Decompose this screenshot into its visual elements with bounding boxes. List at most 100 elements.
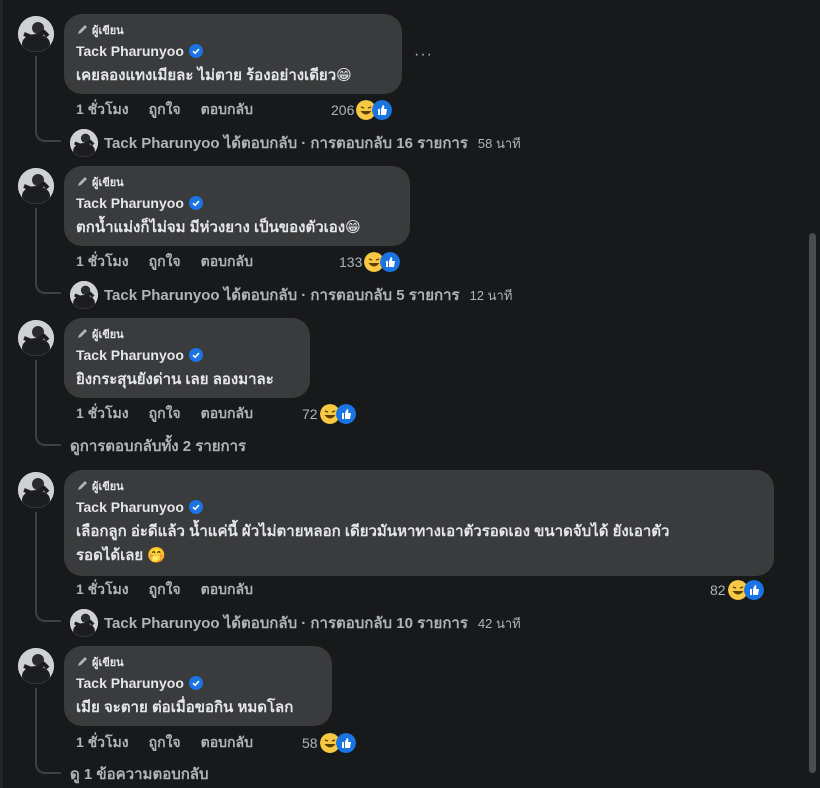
comment-bubble: ผู้เขียน Tack Pharunyoo เมีย จะตาย ต่อเม… bbox=[64, 646, 332, 726]
verified-badge-icon bbox=[188, 44, 203, 58]
replies-time: 42 นาที bbox=[477, 615, 521, 631]
thread-connector bbox=[35, 128, 61, 142]
like-button[interactable]: ถูกใจ bbox=[149, 579, 181, 601]
like-button[interactable]: ถูกใจ bbox=[149, 251, 181, 273]
author-avatar[interactable] bbox=[18, 16, 54, 52]
author-name[interactable]: Tack Pharunyoo bbox=[76, 43, 184, 59]
author-badge-label: ผู้เขียน bbox=[92, 329, 124, 341]
comment-4: ผู้เขียน Tack Pharunyoo เลือกลูก อ่ะดีแล… bbox=[0, 470, 800, 637]
reply-avatar bbox=[70, 129, 98, 157]
author-badge: ผู้เขียน bbox=[76, 22, 390, 38]
comment-time[interactable]: 1 ชั่วโมง bbox=[76, 579, 129, 601]
author-badge: ผู้เขียน bbox=[76, 478, 762, 494]
replies-summary[interactable]: Tack Pharunyoo ได้ตอบกลับ · การตอบกลับ 1… bbox=[70, 609, 521, 637]
avatar-photo-icon bbox=[70, 609, 98, 637]
thread-line bbox=[35, 512, 37, 608]
view-replies-link[interactable]: ดูการตอบกลับทั้ง 2 รายการ bbox=[70, 436, 246, 458]
reply-button[interactable]: ตอบกลับ bbox=[201, 403, 253, 425]
scrollbar[interactable] bbox=[806, 0, 820, 788]
replies-summary[interactable]: Tack Pharunyoo ได้ตอบกลับ · การตอบกลับ 1… bbox=[70, 129, 521, 157]
reaction-summary[interactable]: 58 bbox=[302, 733, 356, 753]
thread-line bbox=[35, 360, 37, 432]
reply-button[interactable]: ตอบกลับ bbox=[201, 579, 253, 601]
reaction-summary[interactable]: 206 bbox=[331, 100, 393, 120]
comment-bubble: ผู้เขียน Tack Pharunyoo เลือกลูก อ่ะดีแล… bbox=[64, 470, 774, 576]
comment-2: ผู้เขียน Tack Pharunyoo ตกน้ำแม่งก็ไม่จม… bbox=[0, 166, 800, 309]
comment-time[interactable]: 1 ชั่วโมง bbox=[76, 99, 129, 121]
avatar-photo-icon bbox=[18, 320, 54, 356]
like-button[interactable]: ถูกใจ bbox=[149, 403, 181, 425]
avatar-photo-icon bbox=[70, 129, 98, 157]
reaction-count: 133 bbox=[339, 254, 363, 270]
replies-summary[interactable]: Tack Pharunyoo ได้ตอบกลับ · การตอบกลับ 5… bbox=[70, 281, 512, 309]
like-reaction-icon bbox=[743, 580, 764, 600]
thread-connector bbox=[35, 608, 61, 622]
comment-text: ตกน้ำแม่งก็ไม่จม มีห่วงยาง เป็นของตัวเอง… bbox=[76, 219, 361, 236]
comment-actions: 1 ชั่วโมง ถูกใจ ตอบกลับ bbox=[76, 252, 253, 272]
pen-icon bbox=[78, 657, 87, 666]
reply-button[interactable]: ตอบกลับ bbox=[201, 732, 253, 754]
avatar-photo-icon bbox=[18, 168, 54, 204]
like-button[interactable]: ถูกใจ bbox=[149, 99, 181, 121]
view-replies-link[interactable]: ดู 1 ข้อความตอบกลับ bbox=[70, 764, 209, 786]
avatar-photo-icon bbox=[70, 281, 98, 309]
verified-badge-icon bbox=[188, 676, 203, 690]
author-avatar[interactable] bbox=[18, 320, 54, 356]
thread-line bbox=[35, 208, 37, 280]
more-options-icon[interactable]: ··· bbox=[414, 46, 433, 64]
reaction-summary[interactable]: 72 bbox=[302, 404, 356, 424]
comment-5: ผู้เขียน Tack Pharunyoo เมีย จะตาย ต่อเม… bbox=[0, 646, 800, 788]
comment-bubble: ผู้เขียน Tack Pharunyoo ยิงกระสุนยังด่าน… bbox=[64, 318, 310, 398]
reaction-count: 72 bbox=[302, 406, 318, 422]
reaction-count: 82 bbox=[710, 582, 726, 598]
thread-connector bbox=[35, 280, 61, 294]
reaction-summary[interactable]: 133 bbox=[339, 252, 401, 272]
like-reaction-icon bbox=[335, 404, 356, 424]
comment-actions: 1 ชั่วโมง ถูกใจ ตอบกลับ bbox=[76, 404, 253, 424]
thread-connector bbox=[35, 432, 61, 446]
comment-text-line-1: เลือกลูก อ่ะดีแล้ว น้ำแค่นี้ ผัวไม่ตายหล… bbox=[76, 523, 670, 540]
thread-line bbox=[35, 688, 37, 760]
replies-summary-text: Tack Pharunyoo ได้ตอบกลับ · การตอบกลับ 1… bbox=[104, 135, 468, 152]
comment-text-line-2: รอดได้เลย 🤭 bbox=[76, 547, 167, 564]
comment-text: ยิงกระสุนยังด่าน เลย ลองมาละ bbox=[76, 371, 274, 388]
comment-time[interactable]: 1 ชั่วโมง bbox=[76, 403, 129, 425]
reply-button[interactable]: ตอบกลับ bbox=[201, 99, 253, 121]
scrollbar-thumb[interactable] bbox=[809, 233, 816, 773]
author-badge-label: ผู้เขียน bbox=[92, 25, 124, 37]
comment-actions: 1 ชั่วโมง ถูกใจ ตอบกลับ bbox=[76, 100, 253, 120]
author-avatar[interactable] bbox=[18, 648, 54, 684]
pen-icon bbox=[78, 177, 87, 186]
comment-actions: 1 ชั่วโมง ถูกใจ ตอบกลับ bbox=[76, 733, 253, 753]
verified-badge-icon bbox=[188, 196, 203, 210]
reaction-count: 58 bbox=[302, 735, 318, 751]
reaction-summary[interactable]: 82 bbox=[710, 580, 764, 600]
author-badge: ผู้เขียน bbox=[76, 326, 298, 342]
author-badge: ผู้เขียน bbox=[76, 654, 320, 670]
avatar-photo-icon bbox=[18, 472, 54, 508]
pen-icon bbox=[78, 25, 87, 34]
comment-text: เมีย จะตาย ต่อเมื่อขอกิน หมดโลก bbox=[76, 699, 294, 716]
like-reaction-icon bbox=[335, 733, 356, 753]
comment-bubble: ผู้เขียน Tack Pharunyoo เคยลองแทงเมียละ … bbox=[64, 14, 402, 94]
author-badge-label: ผู้เขียน bbox=[92, 481, 124, 493]
comment-actions: 1 ชั่วโมง ถูกใจ ตอบกลับ bbox=[76, 580, 253, 600]
reply-button[interactable]: ตอบกลับ bbox=[201, 251, 253, 273]
author-avatar[interactable] bbox=[18, 472, 54, 508]
author-name[interactable]: Tack Pharunyoo bbox=[76, 499, 184, 515]
pen-icon bbox=[78, 329, 87, 338]
like-reaction-icon bbox=[380, 252, 401, 272]
author-name[interactable]: Tack Pharunyoo bbox=[76, 195, 184, 211]
author-name[interactable]: Tack Pharunyoo bbox=[76, 347, 184, 363]
author-name[interactable]: Tack Pharunyoo bbox=[76, 675, 184, 691]
like-button[interactable]: ถูกใจ bbox=[149, 732, 181, 754]
replies-summary-text: Tack Pharunyoo ได้ตอบกลับ · การตอบกลับ 1… bbox=[104, 615, 468, 632]
comment-time[interactable]: 1 ชั่วโมง bbox=[76, 732, 129, 754]
author-badge: ผู้เขียน bbox=[76, 174, 398, 190]
comment-time[interactable]: 1 ชั่วโมง bbox=[76, 251, 129, 273]
replies-time: 12 นาที bbox=[469, 287, 513, 303]
reaction-count: 206 bbox=[331, 102, 355, 118]
author-badge-label: ผู้เขียน bbox=[92, 657, 124, 669]
pen-icon bbox=[78, 481, 87, 490]
author-avatar[interactable] bbox=[18, 168, 54, 204]
